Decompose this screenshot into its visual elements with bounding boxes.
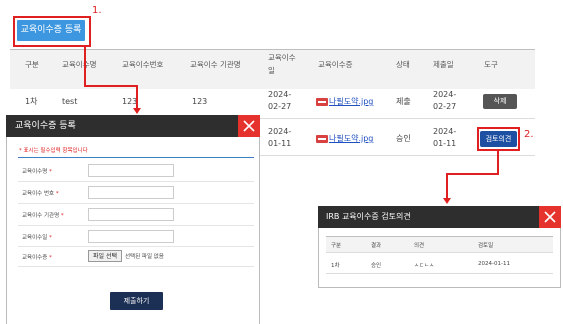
number-input[interactable]	[88, 186, 174, 199]
connector-line	[84, 47, 86, 86]
image-file-icon	[316, 134, 328, 143]
review-table-rule	[326, 252, 553, 253]
annotation-step-2: 2.	[524, 129, 534, 140]
column-header-number: 교육이수번호	[122, 60, 164, 69]
column-header-institution: 교육이수 기관명	[190, 60, 241, 69]
review-table-rule	[326, 273, 553, 274]
table-top-rule	[10, 49, 535, 50]
close-icon[interactable]	[539, 206, 561, 228]
review-header-date: 검토일	[478, 243, 494, 249]
row1-name: test	[62, 97, 78, 106]
review-row-result: 승인	[371, 263, 382, 269]
column-header-name: 교육이수명	[62, 60, 97, 69]
arrow-down-icon	[133, 108, 141, 114]
arrow-down-icon	[443, 198, 451, 204]
row1-file-link[interactable]: 나필도약.jpg	[329, 97, 373, 106]
submit-button[interactable]: 제출하기	[110, 292, 163, 310]
column-header-certificate: 교육이수증	[318, 60, 353, 69]
field-label-institution: 교육이수 기관명 *	[22, 213, 64, 219]
form-row-rule	[18, 181, 254, 182]
column-header-tool: 도구	[484, 60, 498, 69]
field-label-certificate: 교육이수증 *	[22, 255, 52, 261]
column-header-date: 교육이수일	[268, 53, 296, 75]
register-modal-title: 교육이수증 등록	[6, 115, 260, 137]
form-top-rule	[18, 157, 254, 158]
review-header-opinion: 의견	[414, 243, 425, 249]
image-file-icon	[316, 97, 328, 106]
row1-certificate[interactable]: 나필도약.jpg	[316, 96, 373, 108]
connector-line	[136, 85, 138, 109]
row2-certificate[interactable]: 나필도약.jpg	[316, 133, 373, 145]
review-row-date: 2024-01-11	[478, 261, 510, 267]
row1-date: 2024-02-27	[268, 90, 292, 111]
review-row-type: 1차	[331, 263, 340, 269]
form-row-rule	[18, 246, 254, 247]
row2-file-link[interactable]: 나필도약.jpg	[329, 134, 373, 143]
review-opinion-button[interactable]: 검토의견	[480, 131, 517, 147]
connector-line	[446, 173, 499, 175]
review-table-top-rule	[326, 236, 553, 237]
date-input[interactable]	[88, 230, 174, 243]
review-row-opinion: ㅅㄷㄴㅅ	[414, 263, 435, 269]
annotation-step-1: 1.	[92, 5, 102, 16]
row2-status: 승인	[396, 134, 411, 143]
close-icon[interactable]	[238, 115, 260, 137]
delete-button[interactable]: 삭제	[483, 94, 517, 109]
column-header-type: 구분	[25, 60, 39, 69]
review-modal-title: IRB 교육이수증 검토의견	[318, 206, 561, 228]
field-label-name: 교육이수명 *	[22, 169, 52, 175]
connector-line	[497, 151, 499, 174]
row1-institution: 123	[192, 97, 208, 106]
row1-type: 1차	[25, 97, 38, 106]
required-note: * 표시는 필수입력 항목입니다	[19, 148, 88, 154]
form-row-rule	[18, 203, 254, 204]
register-certificate-button[interactable]: 교육이수증 등록	[17, 20, 85, 41]
form-row-rule	[18, 266, 254, 267]
review-header-result: 결과	[371, 243, 382, 249]
row2-submitted: 2024-01-11	[433, 127, 457, 148]
form-row-rule	[18, 225, 254, 226]
connector-line	[446, 173, 448, 199]
row1-status: 제출	[396, 97, 411, 106]
field-label-number: 교육이수 번호 *	[22, 191, 59, 197]
institution-input[interactable]	[88, 208, 174, 221]
review-table-header	[326, 236, 553, 252]
choose-file-button[interactable]: 파일 선택	[88, 250, 122, 262]
column-header-status: 상태	[396, 60, 410, 69]
field-label-date: 교육이수일 *	[22, 235, 52, 241]
row1-submitted: 2024-02-27	[433, 90, 457, 111]
no-file-text: 선택된 파일 없음	[125, 254, 164, 260]
column-header-submitted: 제출일	[433, 60, 454, 69]
name-input[interactable]	[88, 164, 174, 177]
connector-line	[84, 85, 138, 87]
row2-date: 2024-01-11	[268, 127, 292, 148]
row1-number: 123	[122, 97, 138, 106]
review-header-type: 구분	[331, 243, 342, 249]
row-divider	[260, 155, 535, 156]
